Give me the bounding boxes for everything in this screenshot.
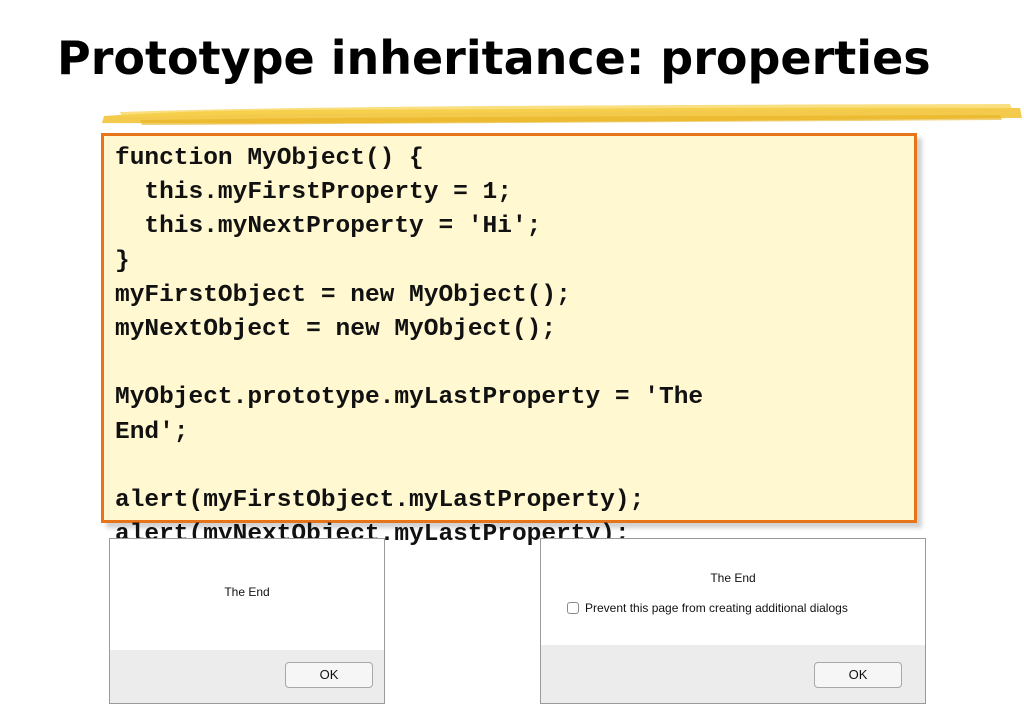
code-line: MyObject.prototype.myLastProperty = 'The: [115, 384, 704, 412]
code-line: myNextObject = new MyObject();: [115, 315, 557, 343]
dialog-message: The End: [710, 571, 756, 585]
code-snippet: function MyObject() { this.myFirstProper…: [101, 133, 917, 548]
prevent-dialogs-checkbox[interactable]: [567, 602, 579, 614]
alert-dialog-second: The End Prevent this page from creating …: [540, 538, 926, 704]
slide-title: Prototype inheritance: properties: [57, 31, 931, 85]
highlighter-underline: [102, 104, 1022, 125]
dialog-body: The End: [110, 539, 384, 650]
prevent-dialogs-option[interactable]: Prevent this page from creating addition…: [567, 601, 848, 615]
code-line: myFirstObject = new MyObject();: [115, 281, 571, 309]
code-line: this.myNextProperty = 'Hi';: [115, 213, 542, 241]
alert-dialog-first: The End OK: [109, 538, 385, 704]
code-lines: function MyObject() { this.myFirstProper…: [115, 142, 703, 552]
ok-button[interactable]: OK: [814, 662, 902, 688]
ok-button[interactable]: OK: [285, 662, 373, 688]
code-line: alert(myFirstObject.myLastProperty);: [115, 486, 645, 514]
code-line: End';: [115, 418, 189, 446]
dialog-body: The End Prevent this page from creating …: [541, 539, 925, 645]
code-line: }: [115, 247, 130, 275]
code-line: function MyObject() {: [115, 145, 424, 172]
prevent-dialogs-label: Prevent this page from creating addition…: [585, 601, 848, 615]
dialog-message: The End: [224, 585, 270, 599]
code-line: this.myFirstProperty = 1;: [115, 179, 512, 207]
